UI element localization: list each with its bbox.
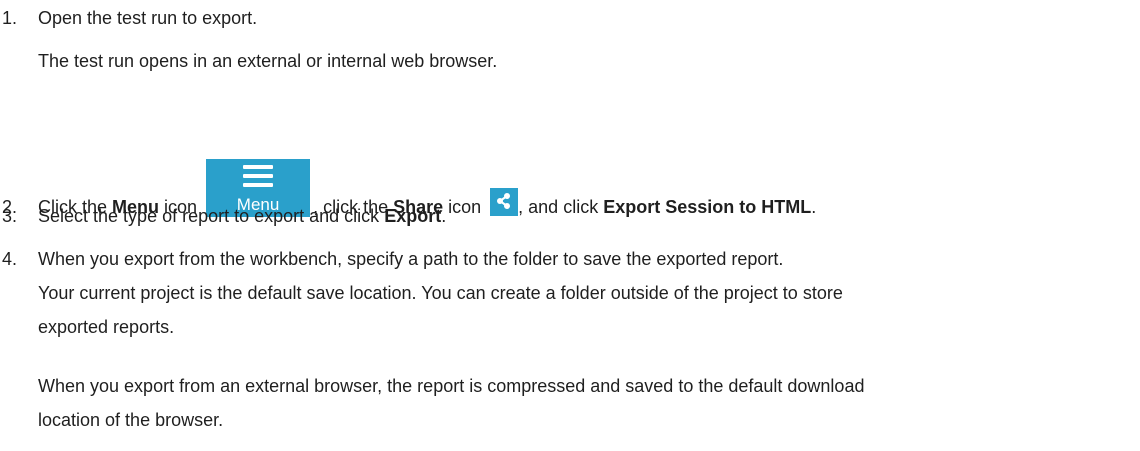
step-4-note-line: Your current project is the default save… [38,283,843,303]
step-4: 4. When you export from the workbench, sp… [0,247,783,271]
step-number: 3. [2,206,18,226]
step-text: . [811,197,817,217]
step-text: , and click [518,197,604,217]
export-ui-label: Export [384,206,442,226]
share-icon [490,188,519,216]
procedure-steps: 1. Open the test run to export. The test … [0,0,1140,451]
step-number: 4. [2,249,18,269]
step-text: icon [443,197,487,217]
step-number: 1. [2,8,18,28]
step-1-result: The test run opens in an external or int… [38,51,498,71]
step-text: . [441,206,447,226]
step-1: 1. Open the test run to export. [0,6,257,30]
step-4-note-line: When you export from an external browser… [38,376,865,396]
step-4-note-line: location of the browser. [38,410,224,430]
export-session-ui-label: Export Session to HTML [603,197,812,217]
step-4-note-line: exported reports. [38,317,175,337]
step-text: When you export from the workbench, spec… [38,249,784,269]
step-text: Select the type of report to export and … [38,206,385,226]
step-3: 3. Select the type of report to export an… [0,204,446,228]
step-text: Open the test run to export. [38,8,258,28]
